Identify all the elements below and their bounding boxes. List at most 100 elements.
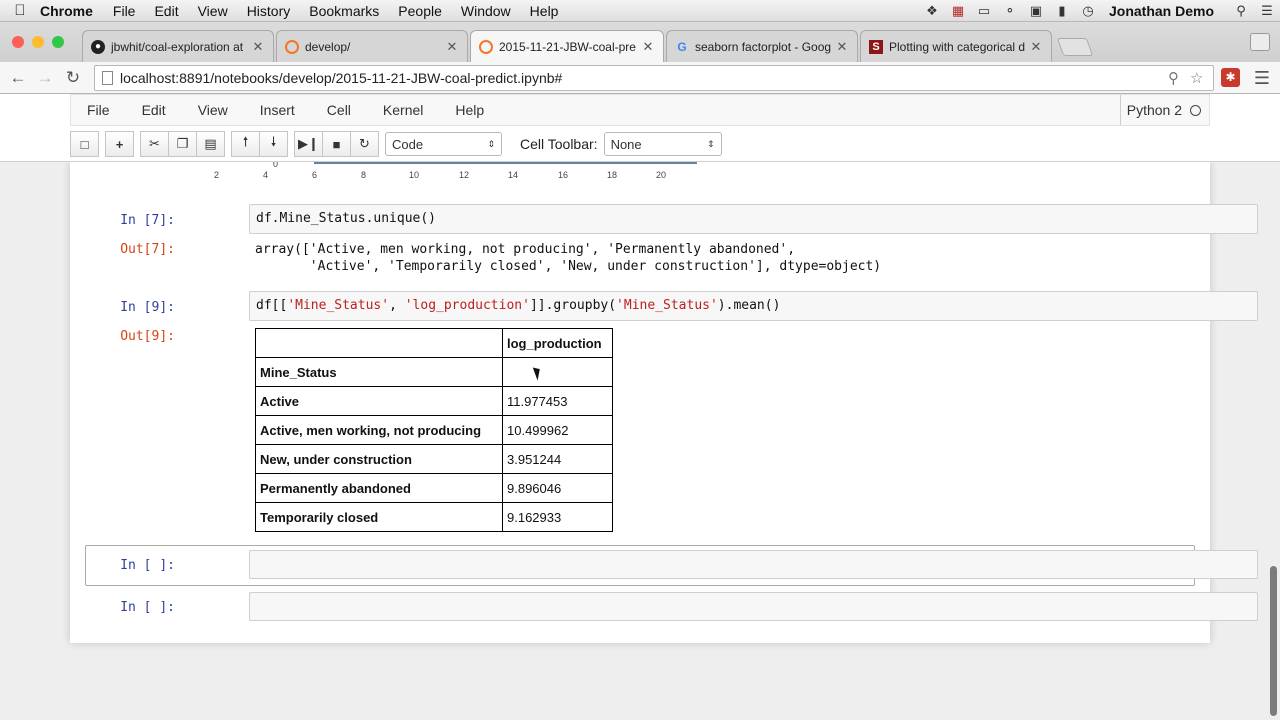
- tab-notebook[interactable]: 2015-11-21-JBW-coal-pre ✕: [470, 30, 664, 62]
- code-string: 'Mine_Status': [287, 298, 390, 313]
- menu-people[interactable]: People: [398, 3, 442, 19]
- zoom-icon[interactable]: ⚲: [1168, 69, 1179, 87]
- notebook-container: 0 2 4 6 8 10 12 14 16 18 20 In [7]: df.M…: [70, 162, 1258, 643]
- move-up-icon[interactable]: 🠕: [231, 131, 260, 157]
- menu-app-name[interactable]: Chrome: [40, 3, 93, 19]
- jupyter-header: File Edit View Insert Cell Kernel Help P…: [0, 94, 1280, 162]
- tab-title: Plotting with categorical d: [889, 39, 1026, 54]
- index-name: Mine_Status: [255, 357, 503, 387]
- select-arrows-icon: ⇕: [707, 138, 715, 149]
- cell-toolbar-select[interactable]: None ⇕: [603, 132, 722, 156]
- clock-icon[interactable]: ◷: [1075, 3, 1101, 19]
- menu-edit[interactable]: Edit: [154, 3, 178, 19]
- menu-file[interactable]: File: [113, 3, 136, 19]
- interrupt-icon[interactable]: ■: [322, 131, 351, 157]
- code-input[interactable]: df.Mine_Status.unique(): [249, 204, 1258, 234]
- minimize-window-button[interactable]: [32, 36, 44, 48]
- airplay-icon[interactable]: ▭: [971, 3, 997, 19]
- table-index-name-row: Mine_Status: [255, 357, 613, 387]
- code-input[interactable]: df[['Mine_Status', 'log_production']].gr…: [249, 291, 1258, 321]
- url-text[interactable]: localhost:8891/notebooks/develop/2015-11…: [120, 70, 562, 86]
- close-icon[interactable]: ✕: [835, 39, 849, 55]
- address-bar[interactable]: localhost:8891/notebooks/develop/2015-11…: [94, 65, 1214, 91]
- jupyter-menu-kernel[interactable]: Kernel: [383, 102, 423, 118]
- input-prompt: In [7]:: [120, 213, 175, 228]
- extension-icon[interactable]: ✱: [1221, 68, 1240, 87]
- tab-google-search[interactable]: G seaborn factorplot - Goog ✕: [666, 30, 858, 62]
- close-icon[interactable]: ✕: [445, 39, 459, 55]
- jupyter-menu-help[interactable]: Help: [455, 102, 484, 118]
- copy-icon[interactable]: ❐: [168, 131, 197, 157]
- paste-icon[interactable]: ▤: [196, 131, 225, 157]
- code-input[interactable]: [249, 550, 1258, 579]
- chrome-menu-icon[interactable]: ☰: [1253, 68, 1271, 89]
- menu-window[interactable]: Window: [461, 3, 511, 19]
- cell-type-value: Code: [392, 136, 424, 152]
- tab-title: develop/: [305, 39, 351, 54]
- display-icon[interactable]: ▣: [1023, 3, 1049, 19]
- film-icon[interactable]: ▦: [945, 3, 971, 19]
- bookmark-star-icon[interactable]: ☆: [1190, 69, 1203, 87]
- profile-icon[interactable]: [1250, 33, 1270, 51]
- stanford-icon: S: [869, 39, 883, 54]
- axis-tick-label: 4: [263, 170, 269, 180]
- menu-history[interactable]: History: [247, 3, 291, 19]
- spotlight-search-icon[interactable]: ⚲: [1228, 3, 1254, 19]
- input-prompt: In [ ]:: [120, 558, 175, 573]
- output-line: 'Active', 'Temporarily closed', 'New, un…: [255, 259, 882, 274]
- jupyter-menubar: File Edit View Insert Cell Kernel Help P…: [70, 94, 1210, 126]
- back-icon[interactable]: ←: [6, 66, 30, 90]
- cut-icon[interactable]: ✂: [140, 131, 169, 157]
- run-cell-icon[interactable]: ▶❙: [294, 131, 323, 157]
- axis-tick-label: 12: [459, 170, 470, 180]
- code-input[interactable]: [249, 592, 1258, 621]
- google-icon: G: [677, 39, 687, 54]
- jupyter-menu-file[interactable]: File: [87, 102, 110, 118]
- column-header: log_production: [502, 328, 613, 358]
- axis-tick-label: 8: [361, 170, 367, 180]
- jupyter-menu-cell[interactable]: Cell: [327, 102, 351, 118]
- new-tab-button[interactable]: [1056, 38, 1094, 56]
- menu-bookmarks[interactable]: Bookmarks: [309, 3, 379, 19]
- notebook-scroll-area[interactable]: 0 2 4 6 8 10 12 14 16 18 20 In [7]: df.M…: [0, 162, 1280, 720]
- axis-tick-label: 18: [607, 170, 618, 180]
- close-icon[interactable]: ✕: [641, 39, 655, 55]
- close-window-button[interactable]: [12, 36, 24, 48]
- jupyter-icon: [285, 39, 299, 54]
- jupyter-menu-edit[interactable]: Edit: [142, 102, 166, 118]
- notification-center-icon[interactable]: ☰: [1254, 3, 1280, 19]
- tab-github[interactable]: ● jbwhit/coal-exploration at ✕: [82, 30, 274, 62]
- jupyter-menu-view[interactable]: View: [198, 102, 228, 118]
- wifi-icon[interactable]: ⚬: [997, 3, 1023, 19]
- table-row: New, under construction 3.951244: [255, 444, 613, 474]
- tab-plotting[interactable]: S Plotting with categorical d ✕: [860, 30, 1052, 62]
- forward-icon[interactable]: →: [33, 66, 57, 90]
- restart-icon[interactable]: ↻: [350, 131, 379, 157]
- move-down-icon[interactable]: 🠗: [259, 131, 288, 157]
- table-row: Active, men working, not producing 10.49…: [255, 415, 613, 445]
- jupyter-menu-insert[interactable]: Insert: [260, 102, 295, 118]
- save-icon[interactable]: □: [70, 131, 99, 157]
- user-name[interactable]: Jonathan Demo: [1109, 3, 1214, 19]
- table-corner-cell: [255, 328, 503, 358]
- reload-icon[interactable]: ↻: [61, 66, 85, 90]
- zoom-window-button[interactable]: [52, 36, 64, 48]
- battery-icon[interactable]: ▮: [1049, 3, 1075, 19]
- browser-tab-strip: ● jbwhit/coal-exploration at ✕ develop/ …: [0, 22, 1280, 62]
- dropbox-icon[interactable]: ❖: [919, 3, 945, 19]
- jupyter-icon: [479, 39, 493, 54]
- row-value: 11.977453: [502, 386, 613, 416]
- insert-cell-icon[interactable]: +: [105, 131, 134, 157]
- close-icon[interactable]: ✕: [1029, 39, 1043, 55]
- cell-type-select[interactable]: Code ⇕: [385, 132, 502, 156]
- code-text: df.Mine_Status.unique(): [256, 211, 437, 226]
- close-icon[interactable]: ✕: [251, 39, 265, 55]
- menu-view[interactable]: View: [198, 3, 228, 19]
- axis-tick-label: 6: [312, 170, 318, 180]
- tab-develop[interactable]: develop/ ✕: [276, 30, 468, 62]
- browser-toolbar: ← → ↻ localhost:8891/notebooks/develop/2…: [0, 62, 1280, 94]
- menu-help[interactable]: Help: [530, 3, 559, 19]
- scrollbar-thumb[interactable]: [1270, 566, 1277, 716]
- apple-icon[interactable]: : [0, 2, 40, 19]
- axis-tick-label: 16: [558, 170, 569, 180]
